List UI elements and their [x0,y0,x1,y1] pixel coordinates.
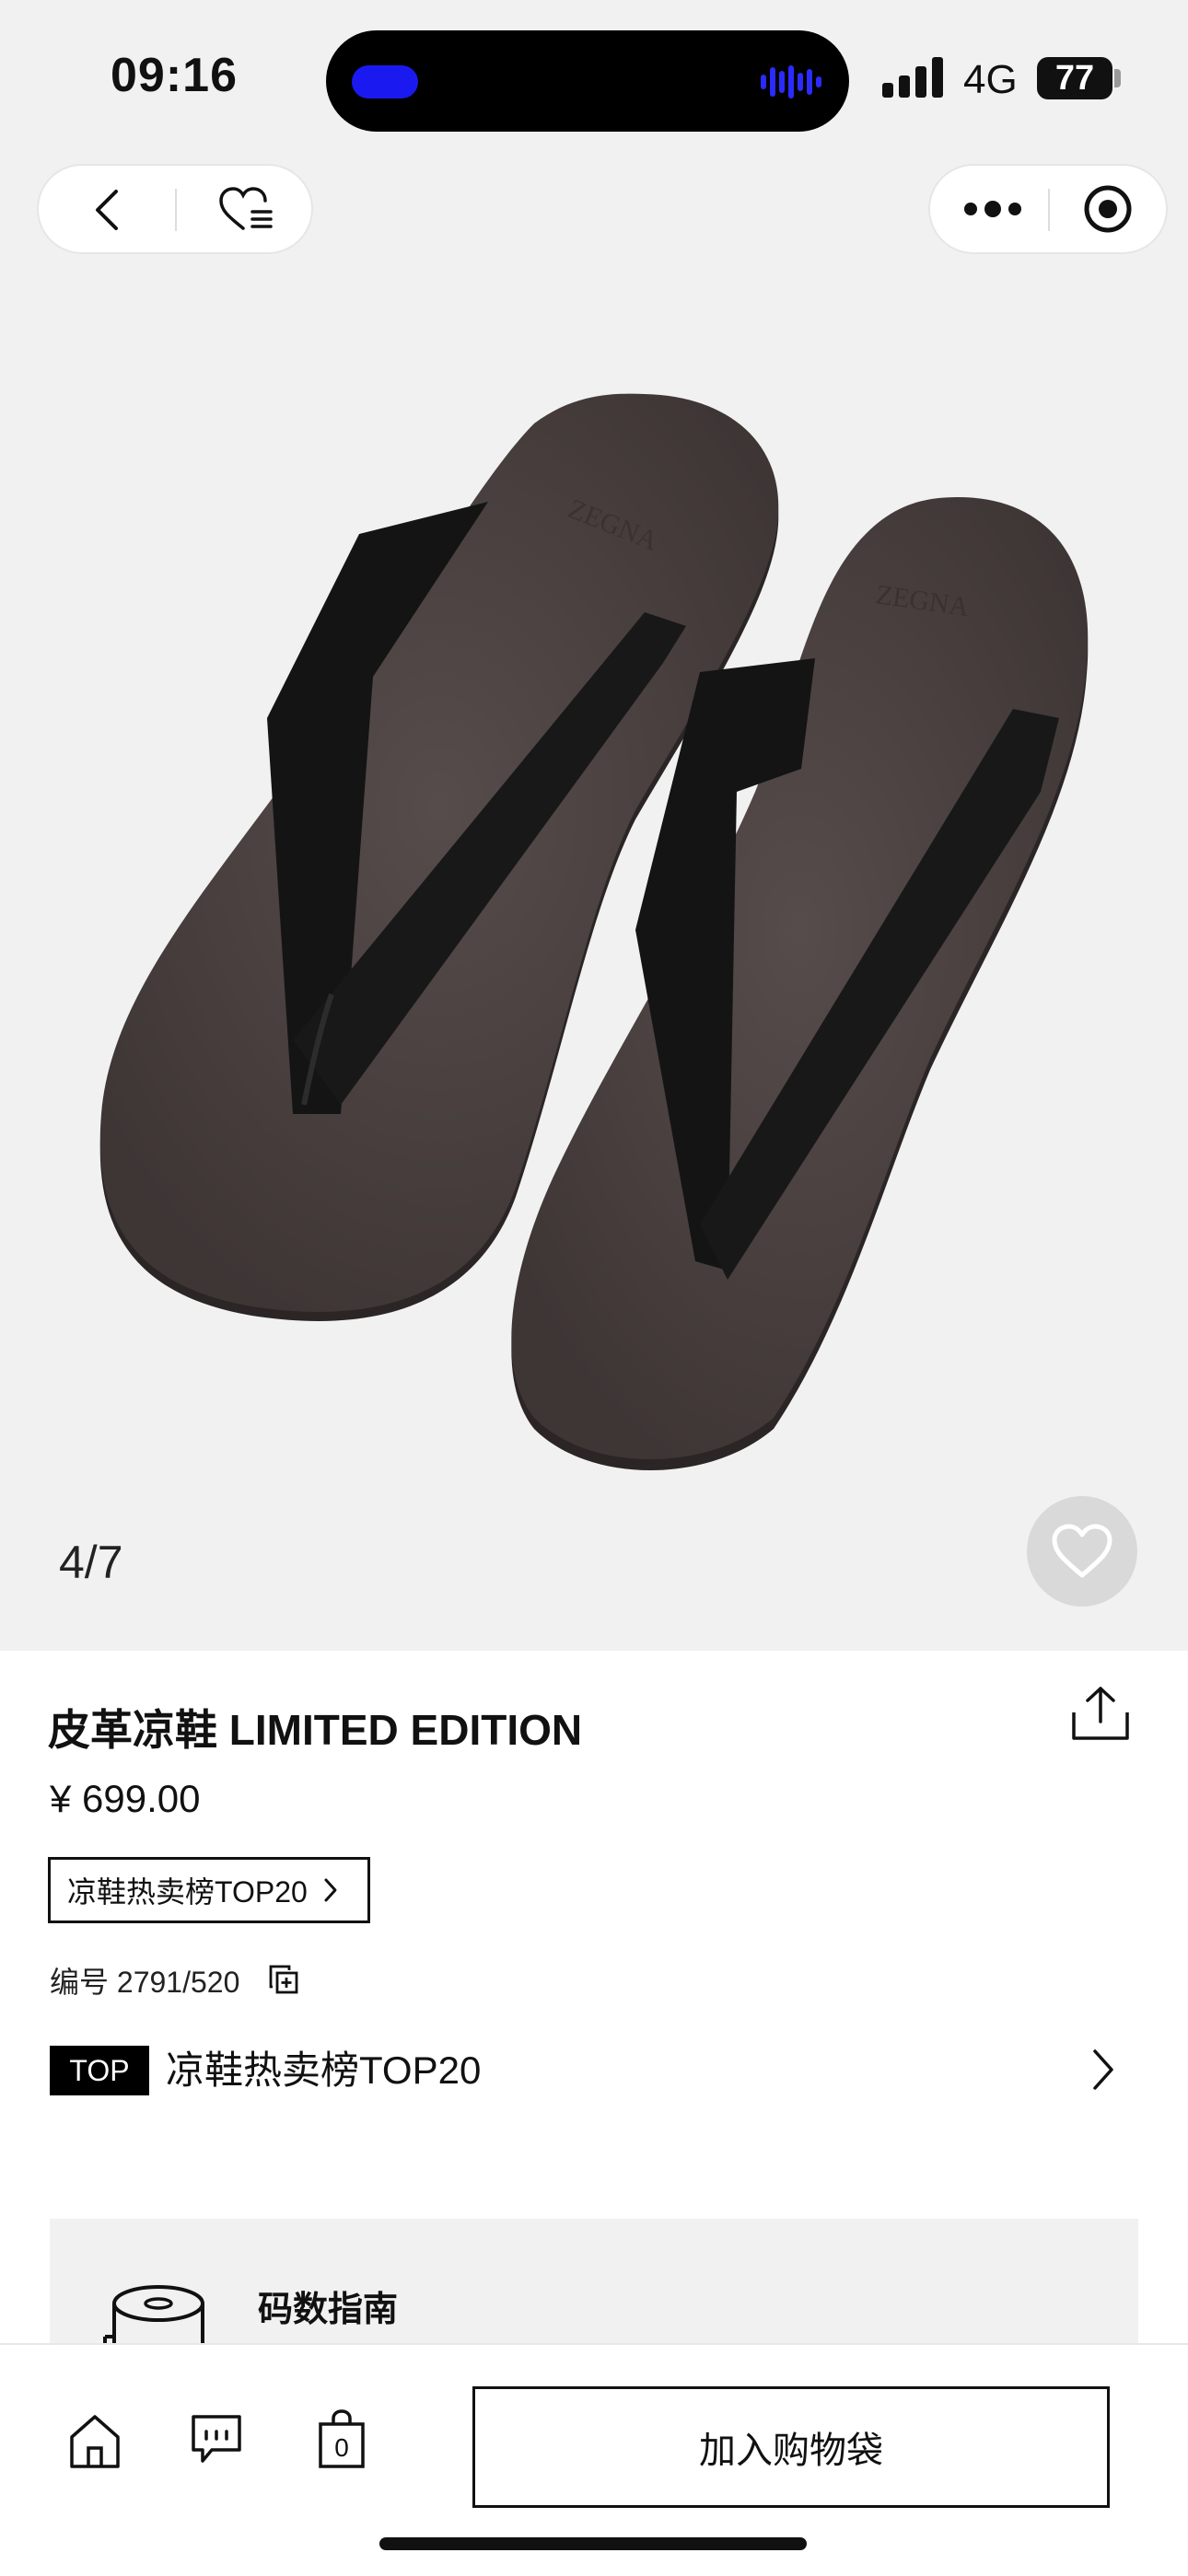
capsule-divider [1048,189,1050,231]
product-image-gallery[interactable]: ZEGNA ZEGNA 09:16 4G 77 4/7 [0,0,1188,1651]
home-indicator [379,2537,807,2550]
chevron-right-icon[interactable] [1090,2048,1116,2092]
home-icon[interactable] [68,2413,122,2470]
product-code: 编号 2791/520 [50,1966,240,1999]
battery-indicator: 77 [1037,57,1112,99]
signal-icon [882,57,943,98]
shopping-bag-button[interactable]: 0 [317,2409,367,2468]
ranking-tag-button[interactable]: 凉鞋热卖榜TOP20 [48,1857,370,1923]
favorite-button[interactable] [1027,1496,1137,1607]
wishlist-heart-list-icon[interactable] [217,186,276,234]
product-price: ¥ 699.00 [50,1777,201,1820]
audio-wave-icon [761,65,821,99]
heart-icon [1052,1524,1112,1578]
nav-capsule-left [39,166,311,252]
copy-icon[interactable] [267,1963,300,1996]
ranking-tag-label: 凉鞋热卖榜TOP20 [67,1875,308,1909]
share-icon[interactable] [1070,1685,1131,1742]
capsule-divider [175,189,177,231]
chevron-right-icon [324,1878,337,1902]
ranking-link[interactable]: 凉鞋热卖榜TOP20 [166,2046,481,2095]
battery-nub [1114,69,1121,87]
network-type: 4G [963,57,1018,102]
status-time: 09:16 [111,49,238,102]
island-activity-pill [352,65,418,99]
image-counter: 4/7 [59,1537,123,1588]
cart-count: 0 [334,2433,349,2462]
chat-icon[interactable] [190,2413,243,2466]
bottom-action-bar: 0 加入购物袋 [0,2343,1188,2576]
product-title: 皮革凉鞋 LIMITED EDITION [48,1706,583,1754]
dynamic-island [326,30,849,132]
back-chevron-icon[interactable] [90,188,127,232]
close-target-icon[interactable] [1083,184,1133,234]
miniprogram-capsule [930,166,1166,252]
add-to-bag-button[interactable]: 加入购物袋 [472,2386,1110,2508]
more-dots-icon[interactable] [963,199,1022,219]
top-rank-badge: TOP [50,2046,149,2095]
size-guide-title: 码数指南 [258,2291,399,2329]
